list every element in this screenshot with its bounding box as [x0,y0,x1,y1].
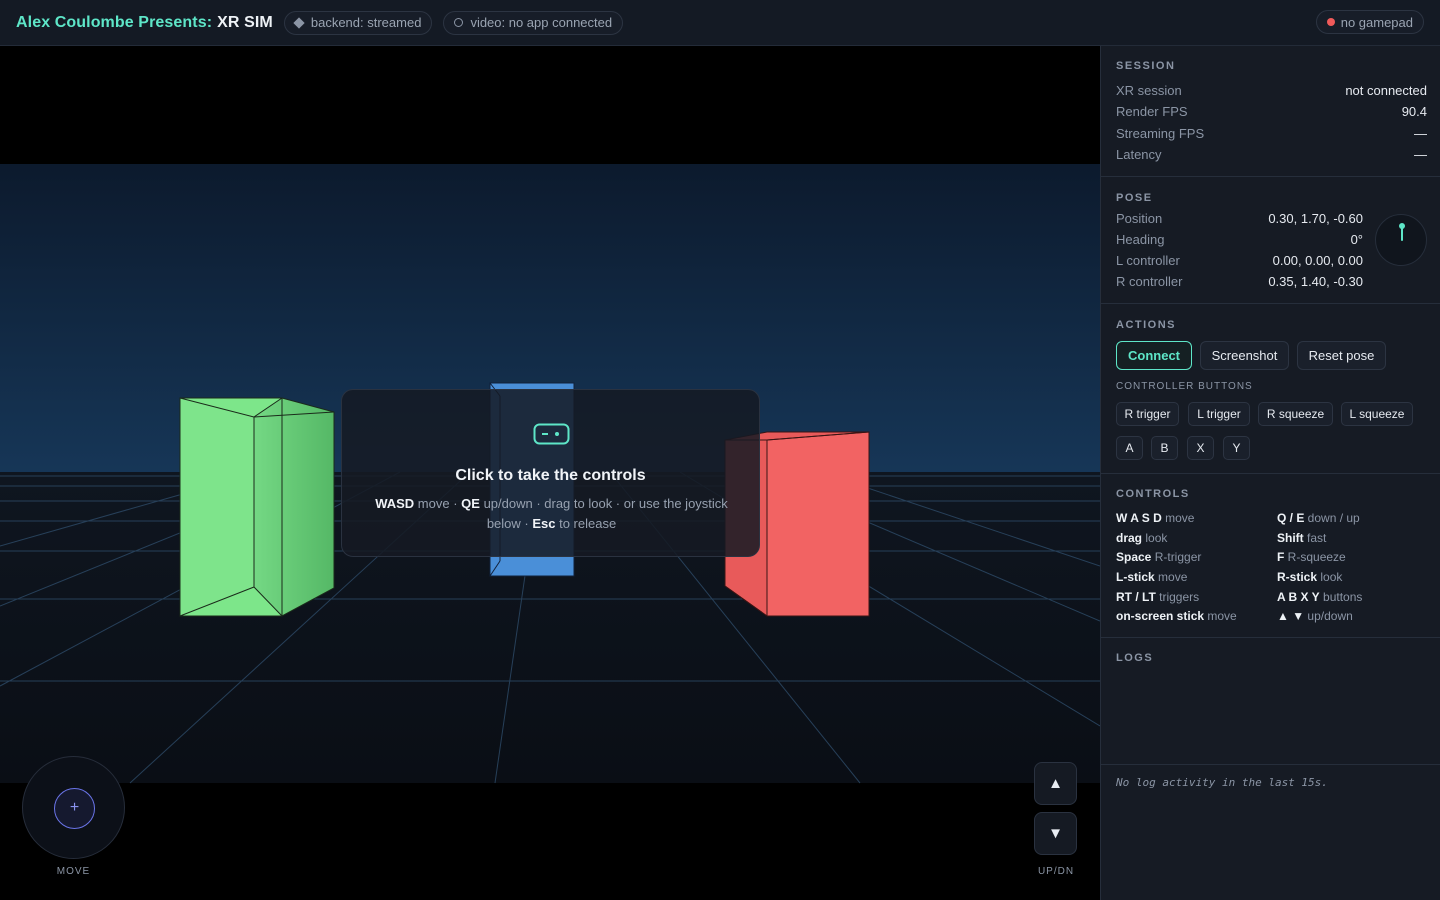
control-hint: L-stick move [1116,570,1188,584]
joystick-label: MOVE [56,866,91,877]
down-button[interactable]: ▼ [1034,812,1077,855]
video-status-badge: video: no app connected [443,10,624,35]
b-button[interactable]: B [1151,436,1178,460]
move-joystick[interactable]: + [22,756,125,859]
diamond-icon [293,16,305,29]
backend-status-badge: backend: streamed [283,10,433,35]
section-title: POSE [1116,192,1153,204]
session-value: — [1414,147,1427,162]
video-status-text: video: no app connected [470,15,613,30]
control-hint: W A S D move [1116,511,1195,525]
logs-title: LOGS [1116,652,1154,664]
control-hint: drag look [1116,531,1168,545]
pose-value: 0° [1350,232,1363,247]
heading-compass [1375,214,1427,266]
connect-button[interactable]: Connect [1116,341,1192,370]
brand-name: Alex Coulombe Presents: [16,13,213,31]
pose-value: 0.30, 1.70, -0.60 [1268,211,1363,226]
log-message: No log activity in the last 15s. [1116,776,1328,789]
take-controls-overlay[interactable]: Click to take the controls WASD move · Q… [341,389,760,557]
pose-value: 0.00, 0.00, 0.00 [1272,253,1363,268]
session-value: — [1414,126,1427,141]
x-button[interactable]: X [1187,436,1214,460]
session-label: Latency [1116,147,1162,162]
session-value: 90.4 [1401,104,1427,119]
section-title: CONTROLS [1116,488,1190,500]
control-hint: R-stick look [1277,570,1343,584]
pose-value: 0.35, 1.40, -0.30 [1268,274,1363,289]
app-name: XR SIM [217,13,273,31]
actions-section: ACTIONS Connect Screenshot Reset pose CO… [1101,304,1440,474]
backend-status-text: backend: streamed [310,15,422,30]
overlay-hint: WASD move · QE up/down · drag to look · … [375,496,728,531]
section-title: SESSION [1116,60,1176,72]
control-hint: RT / LT triggers [1116,590,1200,604]
reset-pose-button[interactable]: Reset pose [1297,341,1386,370]
pose-label: L controller [1116,253,1180,268]
top-bar: Alex Coulombe Presents: XR SIM backend: s… [0,0,1440,46]
gamepad-status-badge: no gamepad [1315,10,1424,34]
session-value: not connected [1345,83,1427,98]
a-button[interactable]: A [1116,436,1143,460]
pose-label: R controller [1116,274,1183,289]
log-panel[interactable]: No log activity in the last 15s. [1101,764,1440,900]
session-label: XR session [1116,83,1182,98]
y-button[interactable]: Y [1223,436,1250,460]
controls-section: CONTROLS W A S D move Q / E down / up dr… [1101,474,1440,638]
circle-icon [454,18,464,27]
updown-label: UP/DN [1037,866,1075,877]
pose-label: Heading [1116,232,1165,247]
screenshot-button[interactable]: Screenshot [1200,341,1289,370]
control-hint: F R-squeeze [1277,550,1346,564]
gamepad-status-text: no gamepad [1340,14,1413,30]
r-trigger-button[interactable]: R trigger [1116,402,1179,426]
sidebar: SESSION XR session not connected Render … [1100,46,1440,900]
l-squeeze-button[interactable]: L squeeze [1341,402,1413,426]
session-label: Render FPS [1116,104,1188,119]
session-label: Streaming FPS [1116,126,1205,141]
section-title: ACTIONS [1116,319,1176,331]
status-dot-icon [1326,18,1335,26]
control-hint: Q / E down / up [1277,511,1360,525]
control-hint: on-screen stick move [1116,609,1237,623]
controller-buttons-title: CONTROLLER BUTTONS [1116,381,1253,392]
l-trigger-button[interactable]: L trigger [1188,402,1250,426]
control-hint: Space R-trigger [1116,550,1202,564]
green-cube [179,397,335,617]
control-hint: A B X Y buttons [1277,590,1363,604]
up-button[interactable]: ▲ [1034,762,1077,805]
control-hint: ▲ ▼ up/down [1277,609,1353,623]
gamepad-icon [533,423,570,445]
overlay-title: Click to take the controls [455,467,646,484]
pose-label: Position [1116,211,1163,226]
compass-needle-tip [1399,223,1405,229]
control-hint: Shift fast [1277,531,1327,545]
app-title: Alex Coulombe Presents: XR SIM [16,14,273,32]
r-squeeze-button[interactable]: R squeeze [1258,402,1333,426]
xr-viewport[interactable]: Click to take the controls WASD move · Q… [0,46,1100,900]
joystick-knob[interactable]: + [54,788,95,829]
session-section: SESSION XR session not connected Render … [1101,46,1440,177]
pose-section: POSE Position 0.30, 1.70, -0.60 Heading … [1101,177,1440,304]
